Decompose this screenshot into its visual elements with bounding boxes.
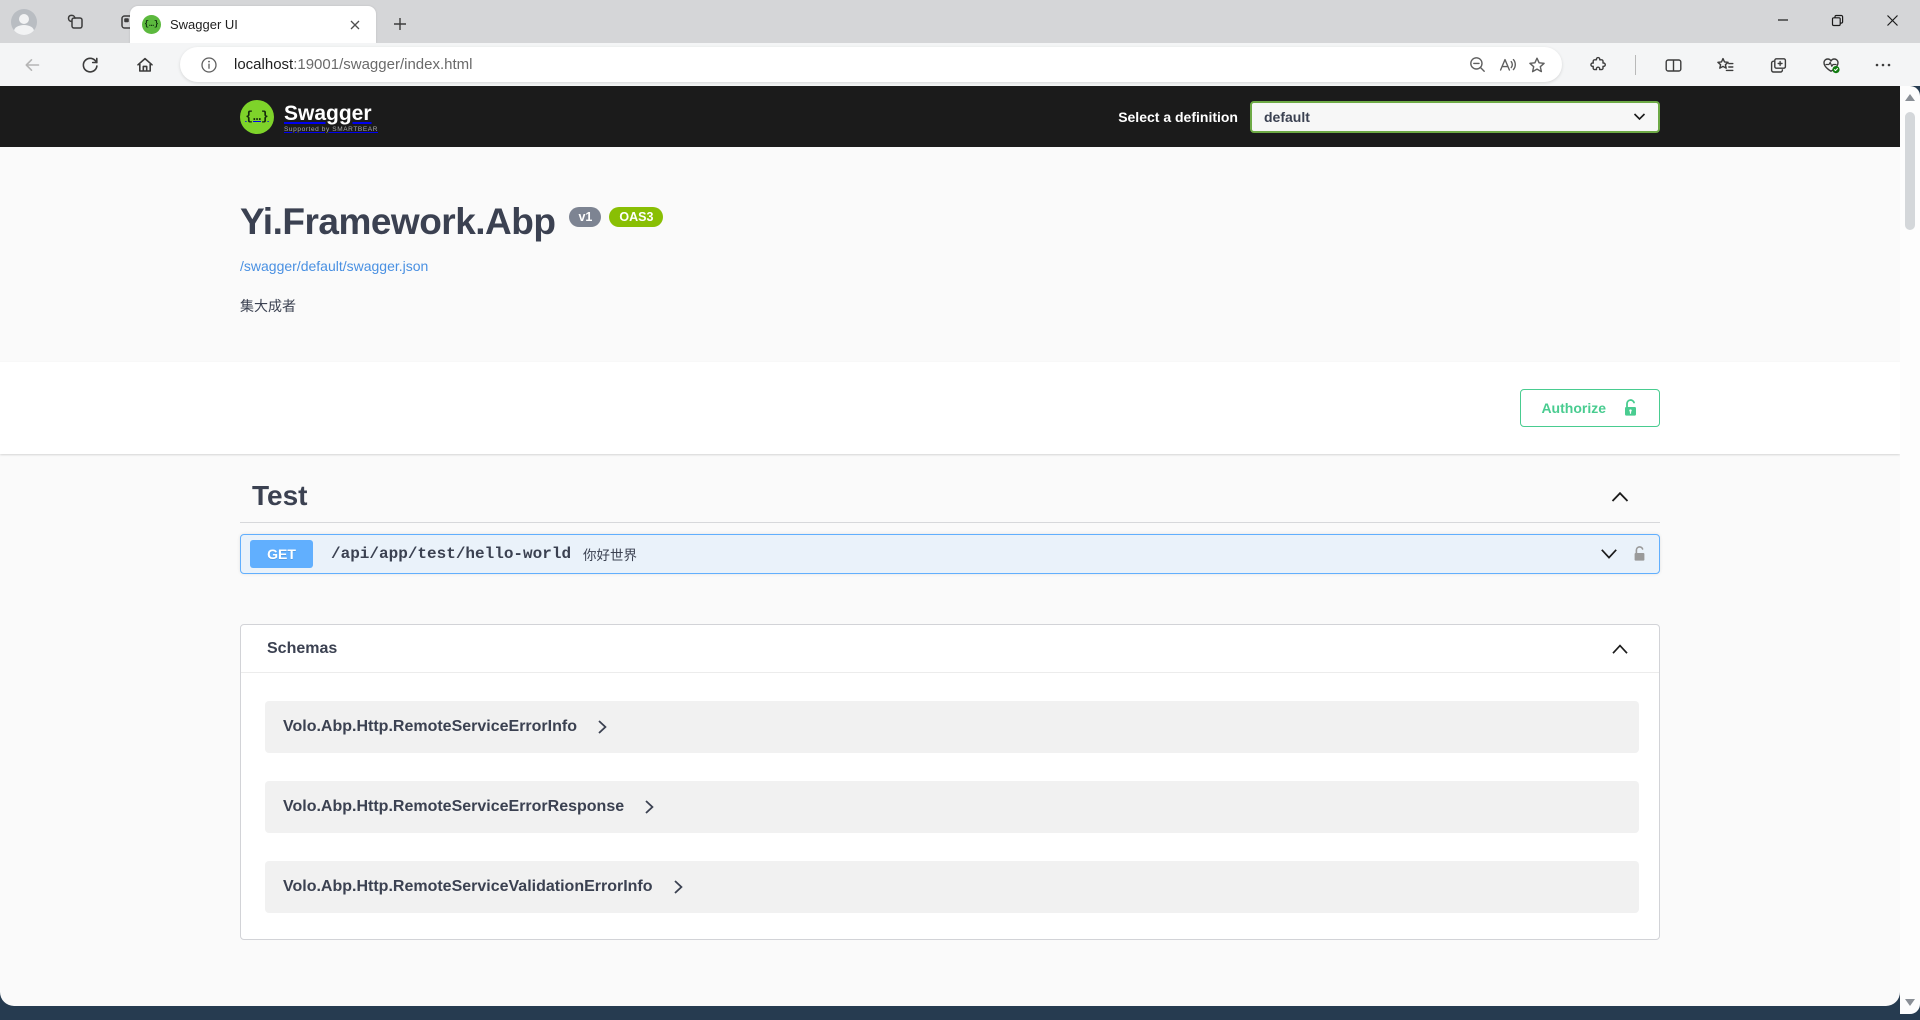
select-chevron-icon [1633, 112, 1646, 121]
swagger-logo[interactable]: {…} Swagger Supported by SMARTBEAR [240, 100, 378, 134]
model-name: Volo.Abp.Http.RemoteServiceErrorResponse [283, 798, 624, 816]
profile-avatar-icon [11, 9, 37, 35]
browser-toolbar: localhost:19001/swagger/index.html [0, 43, 1920, 86]
favorites-icon[interactable] [1711, 50, 1741, 80]
close-icon[interactable] [1865, 0, 1920, 40]
authorize-label: Authorize [1541, 400, 1606, 416]
definition-select[interactable]: default [1250, 101, 1660, 133]
swagger-brand-tagline: Supported by SMARTBEAR [284, 126, 378, 133]
favorite-star-icon[interactable] [1522, 50, 1552, 80]
url-host: localhost [234, 56, 293, 73]
window-controls [1755, 0, 1920, 40]
swagger-favicon-icon: {…} [142, 15, 161, 34]
model-chevron-right-icon [597, 719, 608, 735]
model-remote-service-error-response[interactable]: Volo.Abp.Http.RemoteServiceErrorResponse [265, 781, 1639, 833]
site-info-icon[interactable] [194, 50, 224, 80]
scroll-up-icon[interactable] [1905, 94, 1915, 101]
toolbar-right-icons [1582, 50, 1898, 80]
browser-essentials-icon[interactable] [1816, 50, 1846, 80]
operation-chevron-down-icon[interactable] [1600, 548, 1618, 560]
swagger-topbar: {…} Swagger Supported by SMARTBEAR Selec… [0, 86, 1900, 147]
select-definition-label: Select a definition [1118, 109, 1238, 125]
api-info: Yi.Framework.Abp v1 OAS3 /swagger/defaul… [240, 147, 1660, 316]
schemas-title: Schemas [267, 640, 337, 658]
url-text[interactable]: localhost:19001/swagger/index.html [234, 56, 1462, 73]
tag-collapse-chevron-up-icon[interactable] [1606, 486, 1634, 507]
workspaces-icon[interactable] [62, 8, 90, 36]
tag-title: Test [252, 480, 308, 512]
spec-json-link[interactable]: /swagger/default/swagger.json [240, 258, 428, 274]
read-aloud-icon[interactable] [1492, 50, 1522, 80]
tab-title: Swagger UI [170, 17, 344, 32]
refresh-icon[interactable] [75, 50, 105, 80]
swagger-logo-icon: {…} [240, 100, 274, 134]
operation-path: /api/app/test/hello-world [331, 545, 571, 563]
operations-section: Test GET /api/app/test/hello-world 你好世界 [240, 480, 1660, 574]
model-remote-service-validation-error-info[interactable]: Volo.Abp.Http.RemoteServiceValidationErr… [265, 861, 1639, 913]
extensions-icon[interactable] [1582, 50, 1612, 80]
split-screen-icon[interactable] [1658, 50, 1688, 80]
api-description: 集大成者 [240, 296, 1660, 316]
authorize-unlock-icon [1622, 398, 1639, 418]
schemas-collapse-chevron-up-icon[interactable] [1607, 639, 1633, 659]
minimize-icon[interactable] [1755, 0, 1810, 40]
scheme-container: Authorize [0, 362, 1900, 454]
address-bar[interactable]: localhost:19001/swagger/index.html [180, 47, 1562, 82]
operation-summary: 你好世界 [583, 544, 637, 564]
oas3-badge: OAS3 [609, 207, 663, 227]
schemas-section: Schemas Volo.Abp.Http.RemoteServiceError… [240, 624, 1660, 940]
definition-select-value: default [1264, 109, 1633, 125]
browser-titlebar: {…} Swagger UI [0, 0, 1920, 43]
home-icon[interactable] [130, 50, 160, 80]
swagger-brand-text: Swagger [284, 103, 378, 125]
tab-close-icon[interactable] [344, 14, 366, 36]
profile-avatar[interactable] [10, 8, 38, 36]
schemas-header[interactable]: Schemas [241, 625, 1659, 673]
back-icon[interactable] [17, 50, 47, 80]
method-badge: GET [250, 540, 313, 568]
scrollbar-thumb[interactable] [1905, 112, 1915, 230]
operation-get-hello-world[interactable]: GET /api/app/test/hello-world 你好世界 [240, 534, 1660, 574]
model-remote-service-error-info[interactable]: Volo.Abp.Http.RemoteServiceErrorInfo [265, 701, 1639, 753]
authorize-button[interactable]: Authorize [1520, 389, 1660, 427]
settings-menu-icon[interactable] [1868, 50, 1898, 80]
tag-header-test[interactable]: Test [240, 480, 1660, 523]
model-chevron-right-icon [673, 879, 684, 895]
toolbar-divider [1635, 55, 1636, 75]
new-tab-icon[interactable] [386, 10, 414, 38]
api-title: Yi.Framework.Abp [240, 200, 555, 244]
swagger-page: Yi.Framework.Abp v1 OAS3 /swagger/defaul… [0, 147, 1900, 1006]
model-name: Volo.Abp.Http.RemoteServiceErrorInfo [283, 718, 577, 736]
page-scrollbar[interactable] [1900, 86, 1920, 1014]
model-chevron-right-icon [644, 799, 655, 815]
url-path: :19001/swagger/index.html [293, 56, 472, 73]
scroll-down-icon[interactable] [1905, 999, 1915, 1006]
zoom-out-icon[interactable] [1462, 50, 1492, 80]
model-name: Volo.Abp.Http.RemoteServiceValidationErr… [283, 878, 653, 896]
restore-icon[interactable] [1810, 0, 1865, 40]
operation-lock-icon[interactable] [1632, 545, 1647, 563]
collections-icon[interactable] [1763, 50, 1793, 80]
browser-tab-swagger-ui[interactable]: {…} Swagger UI [130, 6, 376, 43]
version-badge: v1 [569, 207, 601, 227]
